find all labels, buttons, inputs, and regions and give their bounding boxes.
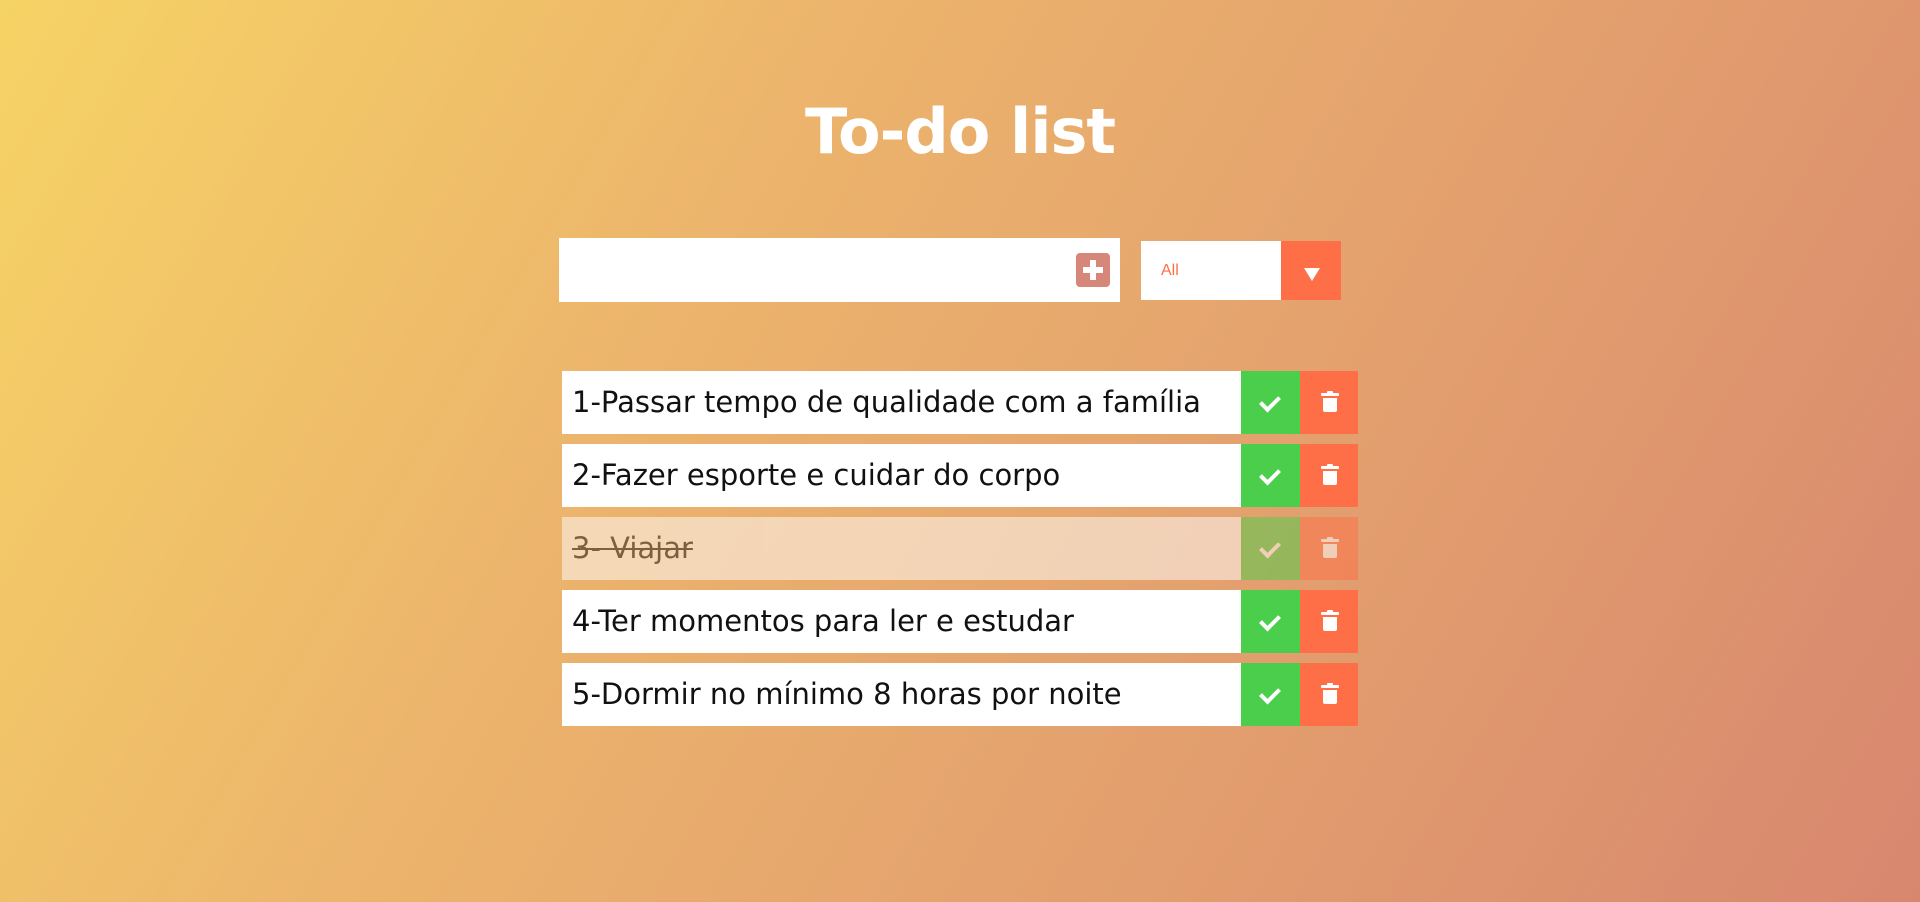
todo-text: 2-Fazer esporte e cuidar do corpo — [572, 458, 1061, 492]
delete-button[interactable] — [1300, 663, 1358, 726]
trash-icon — [1321, 464, 1339, 486]
trash-icon — [1321, 537, 1339, 559]
complete-button[interactable] — [1241, 371, 1300, 434]
check-icon — [1259, 463, 1281, 486]
delete-button[interactable] — [1300, 444, 1358, 507]
todo-item: 3- Viajar — [562, 517, 1358, 580]
trash-icon — [1321, 683, 1339, 705]
todo-item: 1-Passar tempo de qualidade com a famíli… — [562, 371, 1358, 434]
filter-selected-value: All — [1161, 262, 1179, 279]
check-icon — [1259, 682, 1281, 705]
add-todo-button[interactable] — [1076, 253, 1110, 287]
todo-text: 5-Dormir no mínimo 8 horas por noite — [572, 677, 1122, 711]
trash-icon — [1321, 391, 1339, 413]
todo-item: 5-Dormir no mínimo 8 horas por noite — [562, 663, 1358, 726]
complete-button[interactable] — [1241, 663, 1300, 726]
delete-button[interactable] — [1300, 371, 1358, 434]
page-title: To-do list — [805, 94, 1116, 168]
trash-icon — [1321, 610, 1339, 632]
todo-item: 4-Ter momentos para ler e estudar — [562, 590, 1358, 653]
todo-item: 2-Fazer esporte e cuidar do corpo — [562, 444, 1358, 507]
todo-input-container — [559, 238, 1120, 302]
todo-text: 1-Passar tempo de qualidade com a famíli… — [572, 385, 1201, 419]
complete-button[interactable] — [1241, 444, 1300, 507]
delete-button[interactable] — [1300, 517, 1358, 580]
filter-dropdown-button[interactable] — [1281, 241, 1341, 300]
check-icon — [1259, 536, 1281, 559]
todo-list: 1-Passar tempo de qualidade com a famíli… — [562, 371, 1358, 736]
todo-input[interactable] — [559, 238, 1059, 302]
check-icon — [1259, 390, 1281, 413]
plus-icon-vertical — [1090, 260, 1096, 280]
check-icon — [1259, 609, 1281, 632]
complete-button[interactable] — [1241, 517, 1300, 580]
todo-text: 4-Ter momentos para ler e estudar — [572, 604, 1074, 638]
complete-button[interactable] — [1241, 590, 1300, 653]
filter-select[interactable]: All — [1141, 241, 1341, 300]
caret-down-icon — [1304, 268, 1320, 281]
delete-button[interactable] — [1300, 590, 1358, 653]
todo-text: 3- Viajar — [572, 531, 693, 565]
